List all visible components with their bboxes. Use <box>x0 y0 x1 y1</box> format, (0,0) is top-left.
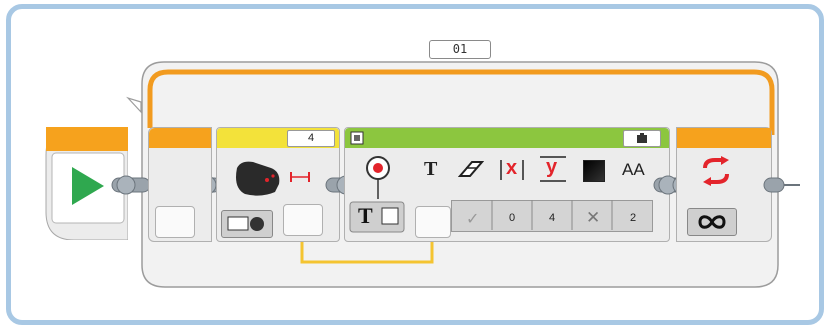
loop-end-panel[interactable] <box>676 127 772 242</box>
display-mode-selector[interactable]: T <box>348 154 406 236</box>
measure-centimeters-icon <box>227 216 264 231</box>
ultrasonic-sensor-block[interactable]: 4 <box>216 127 340 242</box>
mode-text-glyph: T <box>358 203 373 228</box>
param-text[interactable]: T <box>414 152 450 232</box>
port-number: 4 <box>307 132 315 144</box>
distance-output-plug[interactable] <box>283 204 323 236</box>
x-column-icon: x <box>506 157 518 179</box>
font-icon: AA <box>622 160 645 179</box>
ultrasonic-sensor-icon <box>236 161 280 196</box>
brick-icon <box>637 133 647 143</box>
text-icon: T <box>424 158 438 180</box>
infinity-icon <box>698 215 726 229</box>
display-brick-icon <box>350 131 364 145</box>
y-row-icon: y <box>546 156 558 178</box>
loop-exit-connector[interactable] <box>762 174 802 196</box>
loop-arrows-icon <box>703 156 729 186</box>
loop-start-panel <box>148 127 212 242</box>
play-icon <box>72 167 104 205</box>
distance-arrows-icon <box>290 172 310 182</box>
loop-mode-selector[interactable] <box>687 208 737 236</box>
display-text-grid-icon <box>349 156 405 233</box>
port-selector[interactable]: 4 <box>287 130 335 147</box>
color-icon <box>583 160 605 182</box>
mode-selector-button[interactable] <box>221 210 273 238</box>
param-dividers <box>491 200 613 230</box>
clear-screen-icon <box>458 161 484 177</box>
